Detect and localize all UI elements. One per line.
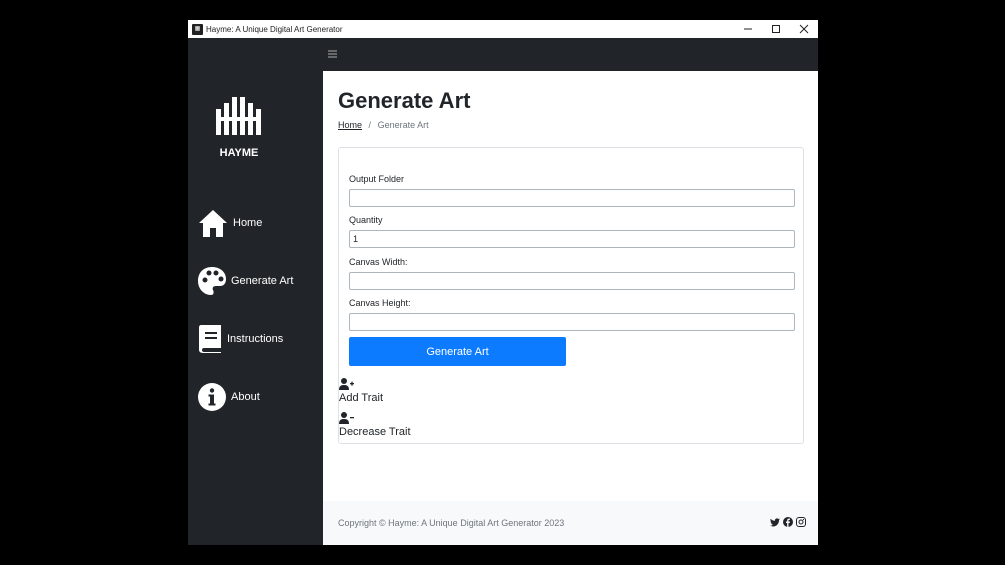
decrease-trait-button[interactable]: Decrease Trait [339,412,411,438]
sidebar-item-generate-art[interactable]: Generate Art [197,265,293,297]
info-icon [197,381,227,413]
hamburger-icon[interactable] [328,47,337,61]
canvas-height-input[interactable] [349,313,795,331]
decrease-trait-label: Decrease Trait [339,426,411,438]
sidebar-item-home[interactable]: Home [197,207,262,239]
sidebar-item-label: Generate Art [231,275,294,287]
sidebar-item-instructions[interactable]: Instructions [197,323,283,355]
copyright-text: Copyright © Hayme: A Unique Digital Art … [338,518,565,528]
palette-icon [197,265,227,297]
home-icon [197,207,229,239]
logo-text: HAYME [220,147,259,159]
close-button[interactable] [790,20,818,38]
sidebar: HAYME Home Generate Art Instructions Abo… [188,38,323,545]
facebook-icon[interactable] [783,517,793,527]
breadcrumb-current: Generate Art [377,120,429,130]
instagram-icon[interactable] [796,517,806,527]
generate-form-card: Output Folder Quantity Canvas Width: Can… [338,147,804,444]
breadcrumb: Home / Generate Art [338,120,429,130]
window-title: Hayme: A Unique Digital Art Generator [206,24,343,34]
canvas-height-label: Canvas Height: [349,298,411,308]
book-icon [197,323,225,355]
breadcrumb-separator: / [368,120,372,130]
maximize-icon [772,25,780,33]
sidebar-item-label: Instructions [227,333,284,345]
app-icon: ▦ [192,23,203,35]
title-bar: ▦ Hayme: A Unique Digital Art Generator [188,20,818,38]
canvas-width-label: Canvas Width: [349,257,408,267]
hayme-logo-mark: HAYME [216,97,261,159]
user-plus-icon [339,378,354,390]
hayme-logo[interactable]: HAYME [213,95,268,160]
generate-art-button[interactable]: Generate Art [349,337,566,366]
page-title: Generate Art [338,88,471,113]
add-trait-button[interactable]: Add Trait [339,378,383,404]
top-navbar [323,38,818,71]
sidebar-item-label: Home [233,217,263,229]
quantity-label: Quantity [349,215,383,225]
main-content: Generate Art Home / Generate Art Output … [323,71,818,501]
close-icon [799,24,809,34]
footer: Copyright © Hayme: A Unique Digital Art … [323,501,818,545]
output-folder-label: Output Folder [349,174,405,184]
sidebar-item-label: About [231,391,260,403]
twitter-icon[interactable] [770,517,780,527]
maximize-button[interactable] [762,20,790,38]
social-links [770,517,806,527]
canvas-width-input[interactable] [349,272,795,290]
quantity-input[interactable] [349,230,795,248]
sidebar-item-about[interactable]: About [197,381,260,413]
minimize-icon [744,28,752,30]
add-trait-label: Add Trait [339,392,384,404]
minimize-button[interactable] [734,20,762,38]
app-window: ▦ Hayme: A Unique Digital Art Generator [188,20,818,545]
breadcrumb-home-link[interactable]: Home [338,120,362,130]
user-minus-icon [339,412,354,424]
output-folder-input[interactable] [349,189,795,207]
